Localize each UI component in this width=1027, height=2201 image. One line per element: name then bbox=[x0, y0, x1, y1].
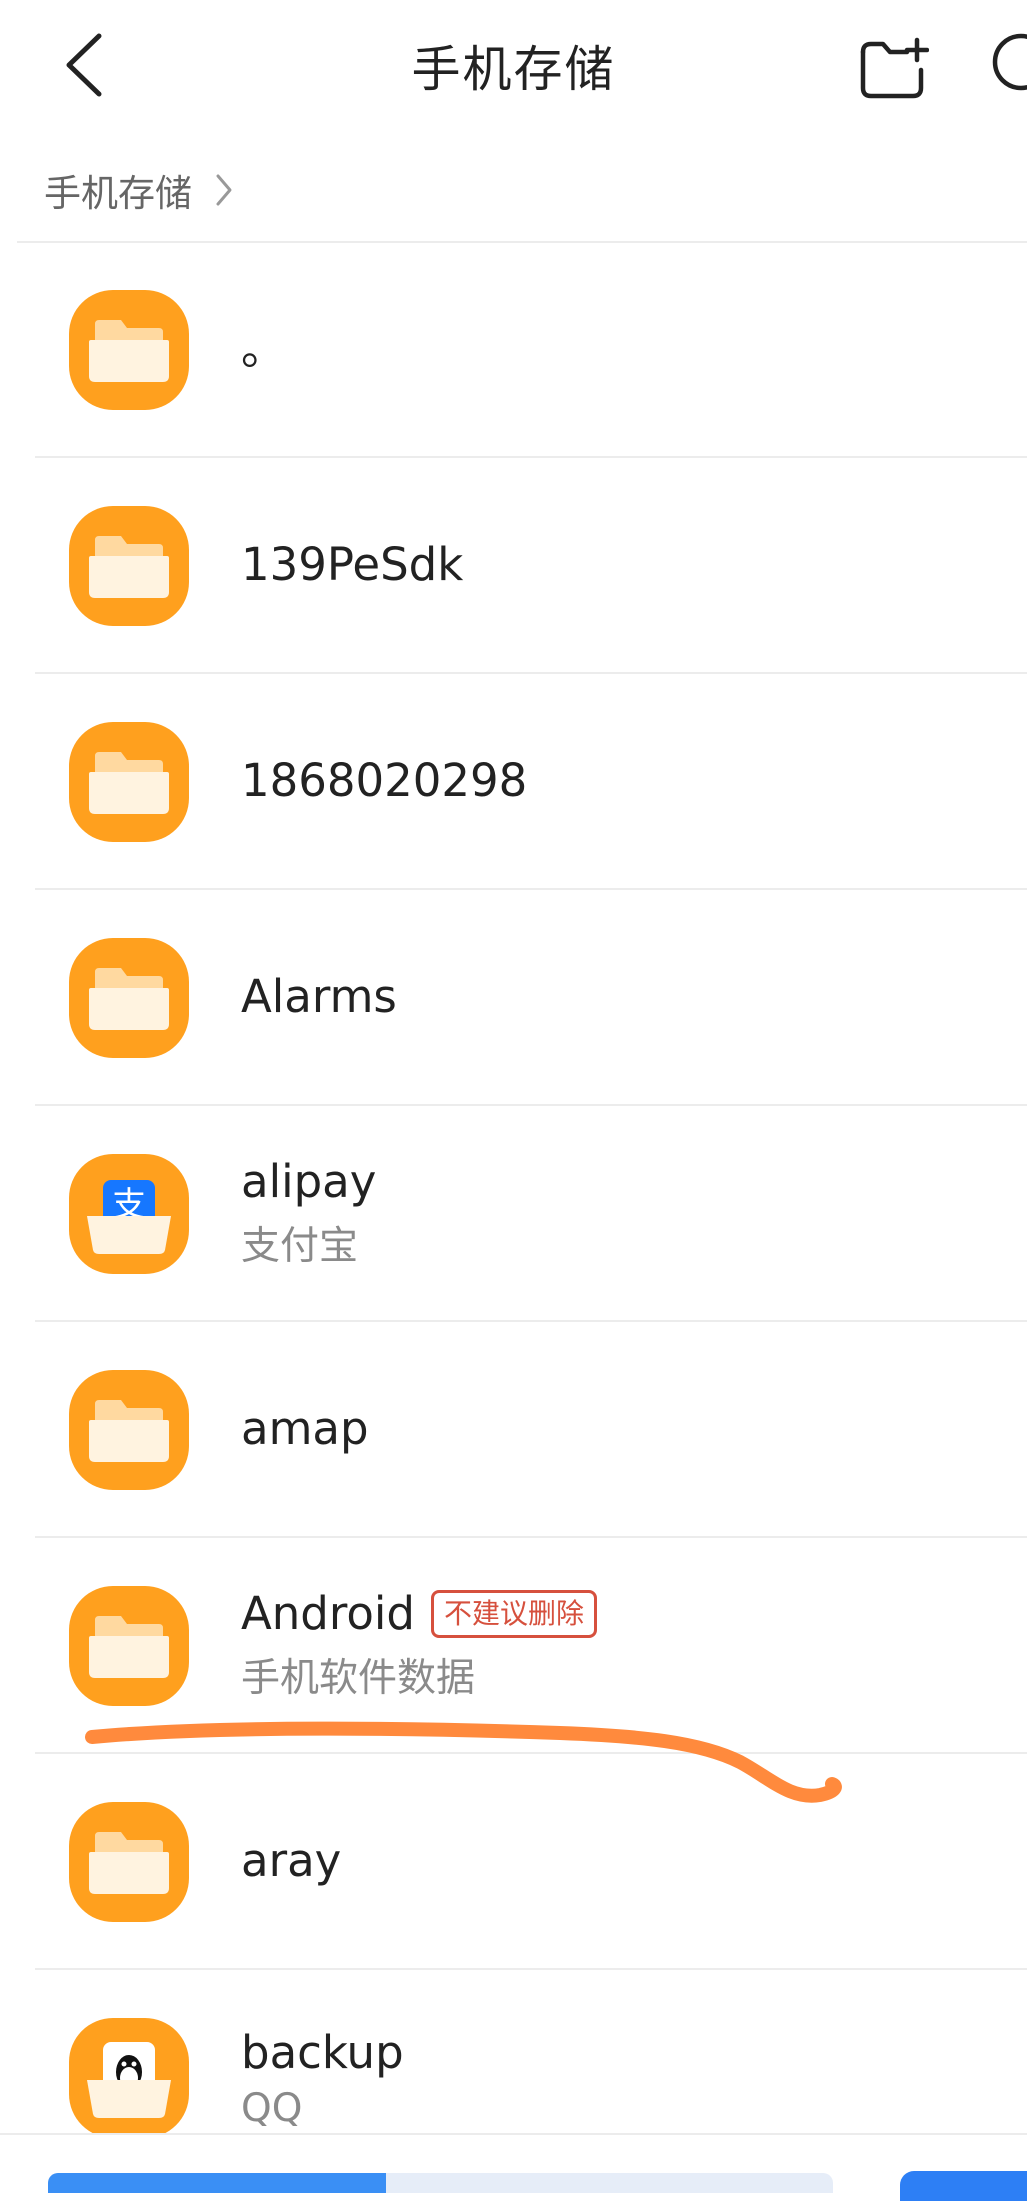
qq-folder-icon bbox=[69, 2018, 189, 2138]
folder-name-line: amap bbox=[241, 1402, 369, 1456]
folder-name: Alarms bbox=[241, 970, 397, 1023]
folder-subtitle: QQ bbox=[241, 2085, 303, 2131]
folder-icon bbox=[69, 938, 189, 1058]
folder-name: alipay bbox=[241, 1155, 377, 1208]
breadcrumb-chevron-icon bbox=[216, 174, 232, 206]
folder-icon-graphic bbox=[89, 536, 169, 598]
folder-row[interactable]: Alarms bbox=[35, 890, 1027, 1106]
folder-name-line: aray bbox=[241, 1834, 341, 1888]
new-folder-icon bbox=[860, 37, 929, 99]
do-not-delete-badge: 不建议删除 bbox=[430, 1590, 597, 1638]
folder-icon-graphic bbox=[89, 1616, 169, 1678]
folder-text: aray bbox=[241, 1754, 341, 1968]
folder-icon bbox=[69, 722, 189, 842]
folder-name-line: 1868020298 bbox=[241, 754, 527, 808]
folder-text: 1868020298 bbox=[241, 674, 527, 888]
folder-name-line: 。 bbox=[241, 322, 286, 376]
app-header: 手机存储 bbox=[0, 0, 1027, 130]
search-icon bbox=[992, 33, 1027, 91]
folder-icon bbox=[69, 1370, 189, 1490]
breadcrumb[interactable]: 手机存储 bbox=[44, 160, 234, 220]
folder-row[interactable]: Android 不建议删除手机软件数据 bbox=[35, 1538, 1027, 1754]
folder-name: backup bbox=[241, 2025, 404, 2079]
folder-name: 139PeSdk bbox=[241, 538, 464, 591]
folder-row[interactable]: aray bbox=[35, 1754, 1027, 1970]
bottom-bar bbox=[0, 2133, 1027, 2201]
folder-name-line: Android 不建议删除 bbox=[241, 1587, 597, 1641]
folder-name-line: alipay bbox=[241, 1155, 376, 1209]
folder-name: aray bbox=[241, 1834, 342, 1887]
folder-subtitle: 支付宝 bbox=[241, 1224, 359, 1269]
folder-text: alipay 支付宝 bbox=[241, 1106, 376, 1320]
search-button[interactable] bbox=[975, 24, 1027, 114]
alipay-folder-icon: 支 bbox=[69, 1154, 189, 1274]
folder-name-line: backup bbox=[241, 2026, 404, 2080]
folder-icon-graphic bbox=[89, 968, 169, 1030]
folder-list: 。 139PeSdk 1868020298 Alarms 支 alipay 支付宝… bbox=[0, 242, 1027, 2186]
folder-row[interactable]: 1868020298 bbox=[35, 674, 1027, 890]
folder-row[interactable]: amap bbox=[35, 1322, 1027, 1538]
folder-name: amap bbox=[241, 1402, 369, 1455]
storage-usage-fill bbox=[48, 2173, 386, 2193]
bottom-action-button[interactable] bbox=[900, 2171, 1027, 2201]
folder-icon bbox=[69, 1586, 189, 1706]
folder-icon bbox=[69, 1802, 189, 1922]
storage-usage-bar bbox=[48, 2173, 833, 2193]
alipay-folder-icon-graphic: 支 bbox=[87, 1180, 171, 1254]
folder-text: 139PeSdk bbox=[241, 458, 463, 672]
folder-icon-graphic bbox=[89, 752, 169, 814]
folder-icon bbox=[69, 506, 189, 626]
qq-folder-icon-graphic bbox=[87, 2042, 171, 2118]
folder-name: 1868020298 bbox=[241, 754, 528, 807]
folder-name: Android bbox=[241, 1587, 415, 1640]
folder-text: Android 不建议删除手机软件数据 bbox=[241, 1538, 597, 1752]
folder-icon-graphic bbox=[89, 320, 169, 382]
folder-text: amap bbox=[241, 1322, 369, 1536]
breadcrumb-root[interactable]: 手机存储 bbox=[44, 163, 192, 217]
folder-icon bbox=[69, 290, 189, 410]
folder-text: Alarms bbox=[241, 890, 397, 1104]
folder-name-line: 139PeSdk bbox=[241, 538, 463, 592]
folder-name-line: Alarms bbox=[241, 970, 397, 1024]
folder-subtitle: 手机软件数据 bbox=[241, 1656, 476, 1701]
new-folder-button[interactable] bbox=[843, 24, 943, 114]
folder-text: 。 bbox=[241, 242, 286, 456]
folder-row[interactable]: 139PeSdk bbox=[35, 458, 1027, 674]
folder-row[interactable]: 支 alipay 支付宝 bbox=[35, 1106, 1027, 1322]
folder-row[interactable]: 。 bbox=[35, 242, 1027, 458]
folder-name: 。 bbox=[241, 322, 287, 375]
folder-icon-graphic bbox=[89, 1400, 169, 1462]
folder-icon-graphic bbox=[89, 1832, 169, 1894]
